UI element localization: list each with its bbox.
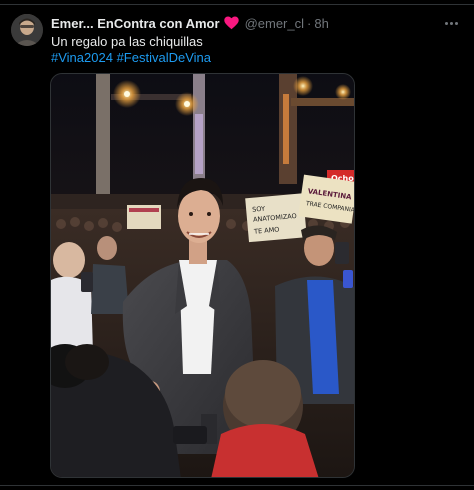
hashtag-line: #Vina2024 #FestivalDeVina bbox=[51, 49, 451, 66]
concert-photo: Ocho SOY ANATOMIZAO TE AMO VALENTINA TRA… bbox=[51, 74, 354, 477]
hashtag-festivaldevina[interactable]: #FestivalDeVina bbox=[117, 50, 211, 65]
separator-dot: · bbox=[307, 15, 312, 31]
tweet-text: Un regalo pa las chiquillas bbox=[51, 34, 203, 49]
hashtag-vina2024[interactable]: #Vina2024 bbox=[51, 50, 113, 65]
user-handle[interactable]: @emer_cl bbox=[245, 16, 304, 31]
avatar[interactable] bbox=[11, 14, 43, 46]
tweet-frame: Emer... EnContra con Amor @emer_cl · 8h … bbox=[0, 0, 474, 490]
more-options-button[interactable] bbox=[442, 14, 460, 32]
tweet-photo[interactable]: Ocho SOY ANATOMIZAO TE AMO VALENTINA TRA… bbox=[50, 73, 355, 478]
avatar-image bbox=[11, 14, 43, 46]
more-dots-icon bbox=[444, 21, 448, 25]
sign-anatomizao: SOY bbox=[252, 205, 266, 214]
display-name[interactable]: Emer... EnContra con Amor bbox=[51, 16, 220, 31]
timestamp[interactable]: 8h bbox=[314, 16, 328, 31]
tweet-card[interactable]: Emer... EnContra con Amor @emer_cl · 8h … bbox=[0, 5, 474, 485]
divider-bottom bbox=[0, 485, 474, 486]
heart-icon bbox=[223, 16, 239, 30]
tweet-header: Emer... EnContra con Amor @emer_cl · 8h bbox=[51, 14, 329, 32]
